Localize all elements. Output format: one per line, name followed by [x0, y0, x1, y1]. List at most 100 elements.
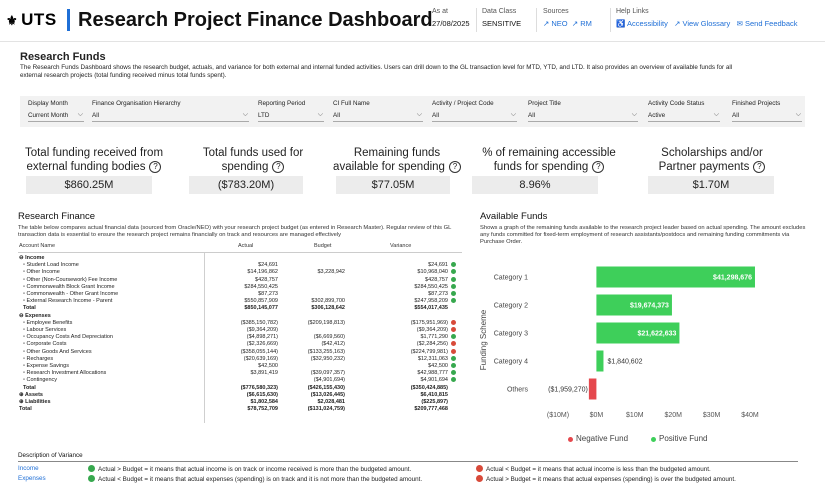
- variance-divider: [18, 461, 798, 462]
- table-row[interactable]: ⊖ Income: [18, 255, 462, 261]
- account-name: ▫ Contingency: [23, 377, 58, 384]
- display-month-dropdown[interactable]: Current Month ⌵: [28, 111, 84, 122]
- account-name: ▫ Commonwealth Block Grant Income: [23, 283, 115, 290]
- table-row[interactable]: ⊕ Assets ($6,615,630) ($13,026,445) $6,410,…: [18, 392, 462, 398]
- account-name: ▫ Research Investment Allocations: [23, 370, 107, 377]
- help-links: Help Links ♿ Accessibility ↗ View Glossa…: [616, 8, 798, 28]
- cell-variance: $428,757: [425, 276, 448, 283]
- positive-status-icon: [451, 363, 456, 368]
- table-row[interactable]: ⊖ Expenses: [18, 313, 462, 319]
- help-icon[interactable]: ?: [592, 161, 605, 173]
- table-row[interactable]: ▫ Research Investment Allocations $3,891,…: [18, 370, 462, 376]
- activity-code-dropdown[interactable]: All ⌵: [432, 111, 517, 122]
- project-title-dropdown[interactable]: All ⌵: [528, 111, 638, 122]
- account-name: ⊖ Income: [19, 255, 45, 261]
- glossary-link[interactable]: ↗ View Glossary: [674, 19, 730, 28]
- account-name: ▫ External Research Income - Parent: [23, 298, 113, 305]
- help-icon[interactable]: ?: [448, 161, 461, 173]
- cell-variance: $24,691: [428, 262, 448, 269]
- cell-actual: $428,757: [255, 276, 278, 283]
- account-name: ▫ Student Load Income: [23, 262, 79, 269]
- table-row[interactable]: Total $850,145,077 $306,128,642 $554,017,43…: [18, 305, 462, 311]
- kpi-total-funding: Total funding received from external fun…: [14, 146, 164, 194]
- help-icon[interactable]: ?: [149, 161, 162, 173]
- cell-budget: ($39,097,357): [310, 370, 345, 377]
- legend-negative[interactable]: Negative Fund: [568, 434, 628, 443]
- account-name: ▫ Recharges: [23, 355, 54, 362]
- filter-bar: Display Month Current Month ⌵ Finance Org…: [20, 96, 805, 127]
- account-name: ▫ Corporate Costs: [23, 341, 67, 348]
- negative-status-icon: [451, 327, 456, 332]
- col-header-variance[interactable]: Variance: [390, 243, 411, 252]
- bar[interactable]: [596, 350, 604, 372]
- table-row[interactable]: ▫ Student Load Income $24,691 $24,691: [18, 262, 462, 268]
- cell-budget: ($131,024,759): [307, 406, 345, 413]
- table-row[interactable]: ▫ Employee Benefits ($385,150,782) ($209,1…: [18, 319, 462, 326]
- source-link-neo[interactable]: ↗ NEO: [543, 19, 568, 28]
- category-label: Category 1: [494, 275, 528, 282]
- table-row[interactable]: ▫ Occupancy Costs And Depreciation ($4,89…: [18, 334, 462, 340]
- cell-budget: ($13,026,445): [310, 391, 345, 398]
- help-icon[interactable]: ?: [753, 161, 766, 173]
- accessibility-link[interactable]: ♿ Accessibility: [616, 19, 668, 28]
- kpi-funds-used: Total funds used for spending? ($783.20M…: [183, 146, 333, 194]
- data-label: $41,298,676: [713, 275, 752, 282]
- cell-variance: $284,550,425: [414, 283, 448, 290]
- chevron-down-icon: ⌵: [795, 111, 801, 118]
- research-finance-title: Research Finance: [18, 211, 96, 222]
- table-row[interactable]: ▫ Labour Services ($9,364,209) ($9,364,209…: [18, 327, 462, 333]
- variance-row-expenses: Expenses Actual < Budget = it means that…: [18, 475, 736, 483]
- positive-status-icon: [451, 276, 456, 282]
- data-label: $1,840,602: [607, 359, 642, 366]
- finance-org-dropdown[interactable]: All ⌵: [92, 111, 249, 122]
- cell-actual: $550,857,909: [244, 298, 278, 305]
- cell-variance: ($175,951,969): [410, 319, 448, 326]
- reporting-period-dropdown[interactable]: LTD ⌵: [258, 111, 324, 122]
- table-row[interactable]: ⊕ Liabilities $1,802,584 $2,028,481 ($225,8…: [18, 399, 462, 405]
- cell-budget: ($4,901,694): [313, 377, 345, 384]
- kpi-remaining-funds: Remaining funds available for spending? …: [330, 146, 480, 194]
- chevron-down-icon: ⌵: [242, 111, 248, 118]
- header-divider: [18, 252, 462, 253]
- uts-logo: ⚜ UTS: [6, 10, 57, 29]
- cell-actual: $14,196,862: [247, 269, 278, 276]
- col-header-budget[interactable]: Budget: [314, 243, 331, 252]
- table-row[interactable]: ▫ Recharges ($20,639,169) ($32,950,232) $12…: [18, 355, 462, 362]
- table-row[interactable]: ▫ Other Goods And Services ($358,055,144)…: [18, 348, 462, 355]
- bar[interactable]: [588, 378, 597, 400]
- activity-code-status-dropdown[interactable]: Active ⌵: [648, 111, 720, 122]
- positive-status-icon: [451, 262, 456, 268]
- help-icon[interactable]: ?: [272, 161, 285, 173]
- legend-positive[interactable]: Positive Fund: [651, 434, 707, 443]
- col-header-actual[interactable]: Actual: [238, 243, 253, 252]
- filter-activity-code-status: Activity Code Status Active ⌵: [648, 100, 720, 122]
- table-row[interactable]: ▫ Commonwealth - Other Grant Income $87,2…: [18, 291, 462, 297]
- table-row[interactable]: ▫ Expense Savings $42,500 $42,500: [18, 363, 462, 369]
- cell-variance: ($225,897): [421, 399, 448, 405]
- table-row[interactable]: Total $78,752,709 ($131,024,759) $209,777,4…: [18, 406, 462, 412]
- table-row[interactable]: ▫ External Research Income - Parent $550,…: [18, 298, 462, 304]
- variance-description-title: Description of Variance: [18, 452, 83, 459]
- kpi-value: $860.25M: [26, 176, 152, 194]
- table-row[interactable]: Total ($776,580,323) ($426,155,430) ($350,4…: [18, 385, 462, 391]
- cell-budget: $306,128,642: [311, 305, 345, 312]
- table-row[interactable]: ▫ Corporate Costs ($2,326,669) ($42,412) ($…: [18, 341, 462, 347]
- as-at: As at 27/08/2025: [432, 8, 470, 28]
- col-header-account[interactable]: Account Name: [19, 243, 55, 252]
- feedback-link[interactable]: ✉ Send Feedback: [737, 19, 798, 28]
- finished-projects-dropdown[interactable]: All ⌵: [732, 111, 802, 122]
- source-link-rm[interactable]: ↗ RM: [572, 19, 592, 28]
- chevron-down-icon: ⌵: [510, 111, 516, 118]
- available-funds-description: Shows a graph of the remaining funds ava…: [480, 225, 806, 245]
- cell-variance: $247,958,209: [414, 298, 448, 305]
- cell-variance: ($350,424,885): [410, 384, 448, 391]
- accessibility-icon: ♿: [616, 19, 626, 28]
- ci-full-name-dropdown[interactable]: All ⌵: [333, 111, 423, 122]
- cell-variance: ($9,364,209): [416, 327, 448, 333]
- table-row[interactable]: ▫ Other Income $14,196,862 $3,228,942 $10,9…: [18, 269, 462, 275]
- positive-status-icon: [451, 334, 456, 340]
- table-row[interactable]: ▫ Contingency ($4,901,694) $4,901,694: [18, 377, 462, 383]
- kpi-value: 8.96%: [472, 176, 598, 194]
- table-row[interactable]: ▫ Commonwealth Block Grant Income $284,55…: [18, 283, 462, 290]
- table-row[interactable]: ▫ Other (Non-Coursework) Fee Income $428,…: [18, 276, 462, 283]
